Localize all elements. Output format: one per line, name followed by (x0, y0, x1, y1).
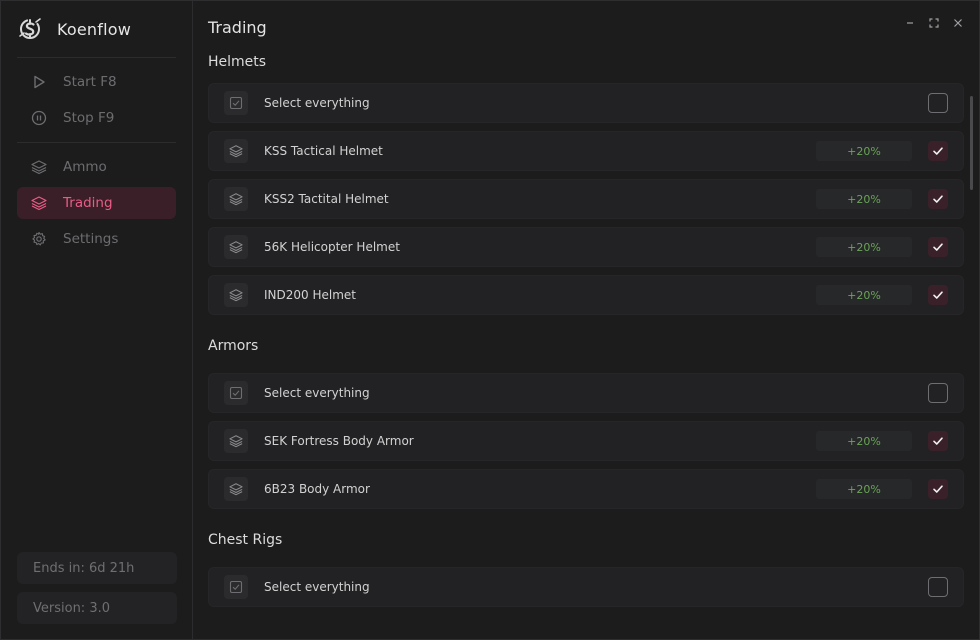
item-icon-box (224, 429, 248, 453)
version-badge: Version: 3.0 (17, 592, 177, 624)
bonus-badge: +20% (816, 189, 912, 209)
item-checkbox[interactable] (928, 479, 948, 499)
stop-label: Stop F9 (63, 110, 115, 126)
checkmark-icon (933, 437, 943, 445)
select-all-icon-box (224, 575, 248, 599)
item-icon-box (224, 139, 248, 163)
checkmark-icon (933, 195, 943, 203)
maximize-icon (929, 18, 939, 28)
select-all-checkbox[interactable] (928, 93, 948, 113)
layers-icon (31, 196, 47, 211)
select-all-row[interactable]: Select everything (208, 567, 964, 607)
layers-icon (229, 435, 243, 448)
sidebar-item-ammo[interactable]: Ammo (17, 151, 176, 183)
select-all-checkbox[interactable] (928, 383, 948, 403)
start-label: Start F8 (63, 74, 117, 90)
layers-icon (229, 145, 243, 158)
bonus-badge: +20% (816, 479, 912, 499)
app-window: Koenflow Start F8 Stop F9 Ammo Trading S… (0, 0, 980, 640)
list-item[interactable]: KSS2 Tactital Helmet +20% (208, 179, 964, 219)
item-icon-box (224, 187, 248, 211)
item-icon-box (224, 283, 248, 307)
section-title-armors: Armors (208, 338, 259, 354)
checkmark-icon (933, 291, 943, 299)
select-all-checkbox[interactable] (928, 577, 948, 597)
control-group: Start F8 Stop F9 (1, 58, 192, 142)
ends-in-text: Ends in: 6d 21h (33, 560, 135, 576)
check-square-icon (229, 580, 243, 594)
main-panel: Trading Helmets Select everything KSS Ta… (193, 1, 979, 639)
checkmark-icon (933, 147, 943, 155)
list-item[interactable]: IND200 Helmet +20% (208, 275, 964, 315)
scrollbar-thumb[interactable] (970, 96, 973, 190)
section-title-chest-rigs: Chest Rigs (208, 532, 283, 548)
brand: Koenflow (1, 1, 192, 57)
section-title-helmets: Helmets (208, 54, 267, 70)
sidebar-item-trading[interactable]: Trading (17, 187, 176, 219)
layers-icon (31, 160, 47, 175)
app-name: Koenflow (57, 19, 132, 39)
maximize-button[interactable] (927, 15, 941, 31)
minimize-icon (907, 22, 913, 24)
layers-icon (229, 241, 243, 254)
layers-icon (229, 289, 243, 302)
close-button[interactable] (951, 15, 965, 31)
item-icon-box (224, 235, 248, 259)
select-all-label: Select everything (264, 580, 370, 594)
nav-group: Ammo Trading Settings (1, 143, 192, 263)
list-item[interactable]: 56K Helicopter Helmet +20% (208, 227, 964, 267)
item-checkbox[interactable] (928, 189, 948, 209)
item-checkbox[interactable] (928, 285, 948, 305)
item-checkbox[interactable] (928, 431, 948, 451)
select-all-icon-box (224, 91, 248, 115)
bonus-badge: +20% (816, 141, 912, 161)
item-checkbox[interactable] (928, 237, 948, 257)
bonus-badge: +20% (816, 431, 912, 451)
select-all-label: Select everything (264, 96, 370, 110)
select-all-row[interactable]: Select everything (208, 83, 964, 123)
check-square-icon (229, 386, 243, 400)
item-icon-box (224, 477, 248, 501)
select-all-label: Select everything (264, 386, 370, 400)
stop-button[interactable]: Stop F9 (17, 102, 176, 134)
layers-icon (229, 483, 243, 496)
item-checkbox[interactable] (928, 141, 948, 161)
list-item[interactable]: 6B23 Body Armor +20% (208, 469, 964, 509)
sidebar: Koenflow Start F8 Stop F9 Ammo Trading S… (1, 1, 193, 639)
bonus-badge: +20% (816, 237, 912, 257)
version-text: Version: 3.0 (33, 600, 110, 616)
sidebar-item-label: Trading (63, 195, 113, 211)
gear-icon (32, 231, 46, 246)
checkmark-icon (933, 485, 943, 493)
pause-circle-icon (31, 110, 47, 126)
koenflow-logo-icon (19, 18, 41, 39)
ends-in-badge: Ends in: 6d 21h (17, 552, 177, 584)
minimize-button[interactable] (903, 15, 917, 31)
sidebar-item-settings[interactable]: Settings (17, 223, 176, 255)
checkmark-icon (933, 243, 943, 251)
list-item[interactable]: KSS Tactical Helmet +20% (208, 131, 964, 171)
select-all-icon-box (224, 381, 248, 405)
trading-content: Helmets Select everything KSS Tactical H… (208, 51, 964, 615)
close-icon (954, 19, 962, 27)
select-all-row[interactable]: Select everything (208, 373, 964, 413)
list-item[interactable]: SEK Fortress Body Armor +20% (208, 421, 964, 461)
layers-icon (229, 193, 243, 206)
sidebar-item-label: Settings (63, 231, 119, 247)
check-square-icon (229, 96, 243, 110)
sidebar-item-label: Ammo (63, 159, 107, 175)
start-button[interactable]: Start F8 (17, 66, 176, 98)
play-icon (34, 75, 45, 89)
window-controls (903, 15, 965, 31)
page-title: Trading (208, 18, 267, 37)
bonus-badge: +20% (816, 285, 912, 305)
